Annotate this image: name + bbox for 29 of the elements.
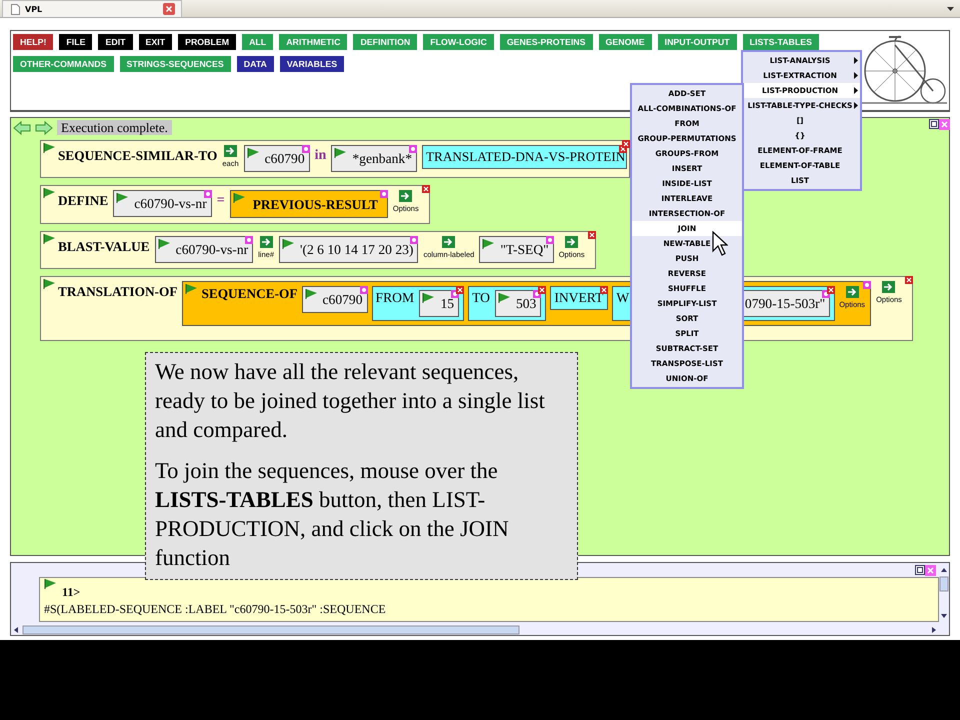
block-label: PREVIOUS-RESULT xyxy=(252,197,378,213)
slot-value: "T-SEQ" xyxy=(500,241,549,259)
connector-word: = xyxy=(216,193,225,209)
keyword-label: TO xyxy=(472,290,490,306)
slot-value: c60790-vs-nr xyxy=(176,241,248,259)
slot-value: '(2 6 10 14 17 20 23) xyxy=(300,241,414,259)
slot-value: c60790 xyxy=(264,150,305,168)
tab-title: VPL xyxy=(25,4,44,14)
output-text: #S(LABELED-SEQUENCE :LABEL "c60790-15-503r" :SEQUENCE xyxy=(44,602,387,617)
keyword-label: INVERT xyxy=(554,290,604,306)
block-label: SEQUENCE-OF xyxy=(201,286,298,302)
block-label: SEQUENCE-SIMILAR-TO xyxy=(58,148,218,164)
keyword-label: FROM xyxy=(376,290,414,306)
hint-text: To join the sequences, mouse over the LISTS-TABLES button, then LIST-PRODUCTION, and click on the JOIN function xyxy=(155,457,510,572)
connector-word: in xyxy=(314,148,326,164)
hint-text: We now have all the relevant sequences, ready to be joined together into a single list and compared. xyxy=(155,358,546,444)
keyword-label: W xyxy=(616,290,630,306)
slot-value: c60790 xyxy=(322,291,363,309)
slot-value: c60790-vs-nr xyxy=(134,195,207,213)
slot-value: 503 xyxy=(516,295,536,313)
block-label: TRANSLATION-OF xyxy=(58,284,178,300)
block-label: BLAST-VALUE xyxy=(58,239,150,255)
slot-value: *genbank* xyxy=(352,150,412,168)
prompt-text: 11> xyxy=(62,585,80,600)
slot-value: 15 xyxy=(440,295,454,313)
slot-value: 0790-15-503r" xyxy=(744,295,826,313)
block-label: DEFINE xyxy=(58,193,108,209)
status-message: Execution complete. xyxy=(57,120,172,135)
keyword-label: TRANSLATED-DNA-VS-PROTEIN xyxy=(426,149,626,165)
